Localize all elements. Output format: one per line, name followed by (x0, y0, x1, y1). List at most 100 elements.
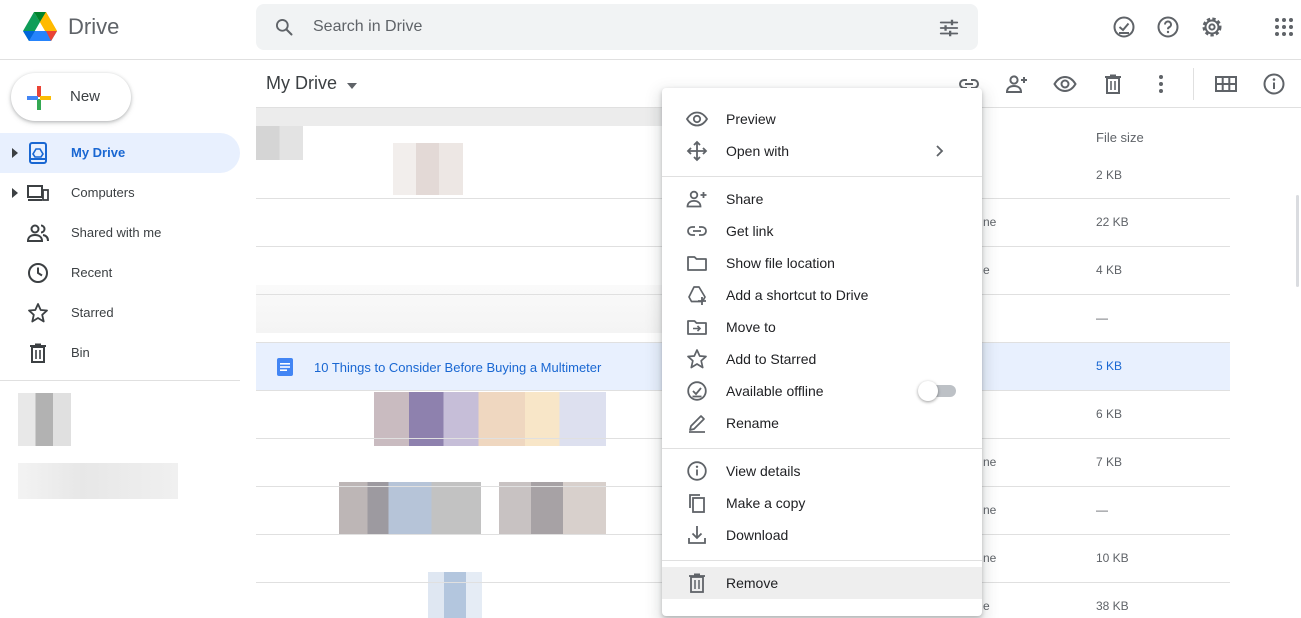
star-icon (687, 349, 707, 369)
move-arrows-icon (686, 140, 708, 162)
menu-divider (662, 560, 982, 561)
menu-item-label: Show file location (726, 255, 835, 271)
sidebar-item-my-drive[interactable]: My Drive (0, 133, 240, 173)
sidebar-item-label: Shared with me (71, 225, 162, 240)
new-button[interactable]: New (11, 73, 131, 121)
link-icon (687, 226, 707, 236)
sidebar-item-starred[interactable]: Starred (0, 293, 240, 333)
sidebar-item-shared-with-me[interactable]: Shared with me (0, 213, 240, 253)
add-person-icon[interactable] (1005, 72, 1029, 96)
move-to-folder-icon (687, 320, 707, 335)
info-icon (687, 461, 707, 481)
search-options-icon[interactable] (938, 17, 960, 39)
owner-fragment: e (983, 599, 990, 613)
copy-icon (689, 494, 705, 513)
shared-icon (27, 224, 49, 242)
file-size: 4 KB (1096, 263, 1123, 277)
menu-item-open-with[interactable]: Open with (662, 135, 982, 167)
menu-item-share[interactable]: Share (662, 183, 982, 215)
menu-item-view-details[interactable]: View details (662, 455, 982, 487)
menu-item-move-to[interactable]: Move to (662, 311, 982, 343)
menu-item-download[interactable]: Download (662, 519, 982, 551)
expand-arrow-icon[interactable] (11, 188, 19, 198)
caret-down-icon[interactable] (346, 82, 358, 90)
menu-item-available-offline[interactable]: Available offline (662, 375, 982, 407)
trash-icon (689, 573, 705, 593)
redacted-image (256, 126, 303, 160)
owner-fragment: ne (983, 503, 997, 517)
file-size: 6 KB (1096, 407, 1123, 421)
trash-icon (30, 343, 46, 363)
preview-eye-icon[interactable] (1053, 72, 1077, 96)
grid-view-icon[interactable] (1214, 72, 1238, 96)
menu-item-preview[interactable]: Preview (662, 103, 982, 135)
menu-item-label: Make a copy (726, 495, 806, 511)
redacted-image (18, 393, 71, 446)
menu-item-show-file-location[interactable]: Show file location (662, 247, 982, 279)
redacted-image (18, 463, 178, 499)
file-size: — (1096, 503, 1108, 517)
offline-status-icon[interactable] (1111, 14, 1137, 40)
menu-divider (662, 448, 982, 449)
sidebar-item-label: Starred (71, 305, 114, 320)
menu-item-label: Share (726, 191, 764, 207)
menu-item-label: Get link (726, 223, 774, 239)
owner-fragment: ne (983, 455, 997, 469)
redacted-image (393, 143, 463, 195)
menu-item-rename[interactable]: Rename (662, 407, 982, 439)
apps-grid-icon[interactable] (1271, 14, 1297, 40)
owner-fragment: e (983, 263, 990, 277)
file-size-column-header[interactable]: File size (1096, 130, 1144, 145)
search-input[interactable]: Search in Drive (313, 18, 422, 36)
computers-icon (27, 185, 49, 201)
settings-icon[interactable] (1199, 14, 1225, 40)
download-icon (688, 526, 706, 544)
menu-item-remove[interactable]: Remove (662, 567, 982, 599)
sidebar-divider (0, 380, 240, 381)
scrollbar[interactable] (1296, 195, 1299, 287)
search-bar[interactable]: Search in Drive (256, 4, 978, 50)
help-icon[interactable] (1155, 14, 1181, 40)
sidebar-item-computers[interactable]: Computers (0, 173, 240, 213)
trash-icon[interactable] (1101, 72, 1125, 96)
menu-item-get-link[interactable]: Get link (662, 215, 982, 247)
drive-logo-icon[interactable] (22, 10, 58, 44)
breadcrumb[interactable]: My Drive (266, 73, 337, 94)
info-icon[interactable] (1262, 72, 1286, 96)
file-size: — (1096, 311, 1108, 325)
menu-item-add-to-starred[interactable]: Add to Starred (662, 343, 982, 375)
sidebar-item-label: Recent (71, 265, 113, 280)
add-person-icon (686, 190, 707, 208)
menu-item-label: Add to Starred (726, 351, 817, 367)
star-icon (28, 303, 48, 323)
file-size: 10 KB (1096, 551, 1129, 565)
search-icon[interactable] (274, 17, 294, 37)
file-name[interactable]: 10 Things to Consider Before Buying a Mu… (314, 360, 601, 375)
toggle-knob (918, 381, 938, 401)
menu-item-label: Preview (726, 111, 776, 127)
menu-item-make-a-copy[interactable]: Make a copy (662, 487, 982, 519)
expand-arrow-icon[interactable] (11, 148, 19, 158)
top-bar: Drive Search in Drive (0, 0, 1301, 60)
toolbar-divider (1193, 68, 1194, 100)
menu-item-label: Move to (726, 319, 776, 335)
menu-item-add-shortcut[interactable]: Add a shortcut to Drive (662, 279, 982, 311)
chevron-right-icon (936, 145, 944, 157)
context-menu: Preview Open with Share Get link Show fi… (662, 88, 982, 616)
owner-fragment: ne (983, 551, 997, 565)
sidebar-item-label: My Drive (71, 145, 126, 160)
menu-item-label: Open with (726, 143, 790, 159)
clock-icon (28, 263, 48, 283)
pencil-icon (689, 415, 705, 433)
google-docs-icon (277, 358, 293, 376)
sidebar-item-bin[interactable]: Bin (0, 333, 240, 373)
sidebar-item-recent[interactable]: Recent (0, 253, 240, 293)
redacted-image (339, 482, 481, 534)
redacted-image (256, 108, 662, 126)
menu-item-label: Rename (726, 415, 779, 431)
plus-icon (27, 86, 51, 110)
offline-toggle[interactable] (918, 381, 956, 401)
file-size: 38 KB (1096, 599, 1129, 613)
more-vert-icon[interactable] (1149, 72, 1173, 96)
file-size: 2 KB (1096, 168, 1123, 182)
